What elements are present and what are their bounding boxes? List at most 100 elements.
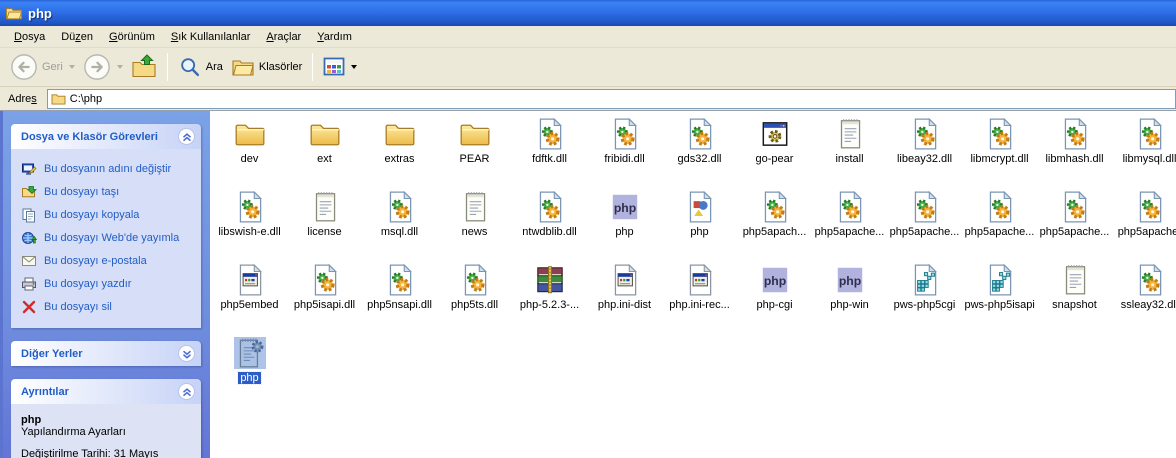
file-item[interactable]: gds32.dll — [662, 114, 737, 187]
other-places-header[interactable]: Diğer Yerler — [11, 341, 201, 366]
empty-grid-cell — [1037, 333, 1112, 406]
task-item[interactable]: Bu dosyayı yazdır — [19, 272, 195, 295]
back-button[interactable]: Geri — [6, 51, 79, 83]
file-item[interactable]: pws-php5cgi — [887, 260, 962, 333]
task-item[interactable]: Bu dosyayı taşı — [19, 180, 195, 203]
open-folder-icon — [5, 5, 23, 21]
file-item[interactable]: php5apach... — [737, 187, 812, 260]
dll-file-icon — [533, 190, 567, 224]
folder-icon — [233, 117, 267, 151]
file-name-label: php5apache... — [888, 226, 962, 238]
toolbar-separator — [312, 53, 313, 81]
file-name-label: libmcrypt.dll — [968, 153, 1030, 165]
file-item[interactable]: msql.dll — [362, 187, 437, 260]
file-item[interactable]: libeay32.dll — [887, 114, 962, 187]
menu-item-g-r-n-m[interactable]: Görünüm — [101, 29, 163, 45]
empty-grid-cell — [1112, 333, 1176, 406]
file-item[interactable]: libmysql.dll — [1112, 114, 1176, 187]
forward-dropdown-caret — [117, 65, 123, 69]
file-item[interactable]: php5isapi.dll — [287, 260, 362, 333]
file-name-label: PEAR — [458, 153, 492, 165]
dll-file-icon — [1058, 190, 1092, 224]
task-item[interactable]: Bu dosyanın adını değiştir — [19, 157, 195, 180]
dll-file-icon — [1133, 190, 1167, 224]
file-item[interactable]: extras — [362, 114, 437, 187]
file-item[interactable]: libmcrypt.dll — [962, 114, 1037, 187]
file-item[interactable]: php.ini-dist — [587, 260, 662, 333]
file-item[interactable]: php5apache... — [887, 187, 962, 260]
task-item[interactable]: Bu dosyayı kopyala — [19, 203, 195, 226]
file-item[interactable]: install — [812, 114, 887, 187]
file-item[interactable]: php.ini-rec... — [662, 260, 737, 333]
collapse-button[interactable] — [178, 128, 195, 145]
file-item[interactable]: php — [587, 187, 662, 260]
details-header[interactable]: Ayrıntılar — [11, 379, 201, 404]
search-button[interactable]: Ara — [174, 53, 227, 81]
file-item[interactable]: php — [662, 187, 737, 260]
collapse-button[interactable] — [178, 383, 195, 400]
file-name-label: php — [238, 372, 260, 384]
ini-file-icon — [233, 263, 267, 297]
move-icon — [21, 184, 37, 200]
folder-icon — [308, 117, 342, 151]
file-item[interactable]: go-pear — [737, 114, 812, 187]
title-bar[interactable]: php — [0, 0, 1176, 26]
file-item[interactable]: php5apache. — [1112, 187, 1176, 260]
menu-item-dosya[interactable]: Dosya — [6, 29, 53, 45]
file-item[interactable]: php5embed — [212, 260, 287, 333]
file-item[interactable]: php — [212, 333, 287, 406]
file-item[interactable]: dev — [212, 114, 287, 187]
file-item[interactable]: libmhash.dll — [1037, 114, 1112, 187]
menu-item-s-k-kullan-lanlar[interactable]: Sık Kullanılanlar — [163, 29, 259, 45]
file-item[interactable]: php5nsapi.dll — [362, 260, 437, 333]
dll-file-icon — [533, 117, 567, 151]
menu-item-yard-m[interactable]: Yardım — [309, 29, 360, 45]
file-name-label: php5isapi.dll — [292, 299, 357, 311]
task-item[interactable]: Bu dosyayı Web'de yayımla — [19, 226, 195, 249]
file-name-label: libswish-e.dll — [216, 226, 282, 238]
file-item[interactable]: license — [287, 187, 362, 260]
file-tasks-header[interactable]: Dosya ve Klasör Görevleri — [11, 124, 201, 149]
file-name-label: libmhash.dll — [1043, 153, 1105, 165]
file-item[interactable]: php5apache... — [962, 187, 1037, 260]
menu-item-ara-lar[interactable]: Araçlar — [258, 29, 309, 45]
file-item[interactable]: php-cgi — [737, 260, 812, 333]
file-list-area[interactable]: devextextras PEAR fdftk.dllfribidi.dllgds3… — [210, 111, 1176, 458]
other-places-panel: Diğer Yerler — [11, 341, 201, 366]
dll-file-icon — [383, 263, 417, 297]
file-item[interactable]: php-win — [812, 260, 887, 333]
menu-item-d-zen[interactable]: Düzen — [53, 29, 101, 45]
file-grid: devextextras PEAR fdftk.dllfribidi.dllgds3… — [212, 114, 1176, 406]
file-item[interactable]: php-5.2.3-... — [512, 260, 587, 333]
file-item[interactable]: pws-php5isapi — [962, 260, 1037, 333]
task-item[interactable]: Bu dosyayı sil — [19, 295, 195, 318]
ini-file-icon — [683, 263, 717, 297]
file-name-label: php5apach... — [741, 226, 809, 238]
file-item[interactable]: fdftk.dll — [512, 114, 587, 187]
file-item[interactable]: libswish-e.dll — [212, 187, 287, 260]
task-label: Bu dosyayı Web'de yayımla — [44, 232, 179, 244]
file-name-label: news — [460, 226, 490, 238]
file-item[interactable]: php5apache... — [1037, 187, 1112, 260]
file-item[interactable]: php5ts.dll — [437, 260, 512, 333]
task-item[interactable]: Bu dosyayı e-postala — [19, 249, 195, 272]
details-file-type: Yapılandırma Ayarları — [21, 426, 193, 438]
publish-icon — [21, 230, 37, 246]
file-item[interactable]: fribidi.dll — [587, 114, 662, 187]
forward-button[interactable] — [79, 51, 127, 83]
file-name-label: php-5.2.3-... — [518, 299, 581, 311]
file-item[interactable]: ssleay32.dll — [1112, 260, 1176, 333]
file-item[interactable]: snapshot — [1037, 260, 1112, 333]
expand-button[interactable] — [178, 345, 195, 362]
file-item[interactable]: ext — [287, 114, 362, 187]
folders-button[interactable]: Klasörler — [227, 53, 306, 81]
file-name-label: libeay32.dll — [895, 153, 954, 165]
up-button[interactable] — [127, 52, 161, 82]
address-input[interactable]: C:\php — [47, 89, 1176, 109]
file-item[interactable]: ntwdblib.dll — [512, 187, 587, 260]
file-item[interactable]: PEAR — [437, 114, 512, 187]
views-button[interactable] — [319, 55, 361, 79]
address-value: C:\php — [70, 93, 102, 105]
file-item[interactable]: php5apache... — [812, 187, 887, 260]
file-item[interactable]: news — [437, 187, 512, 260]
